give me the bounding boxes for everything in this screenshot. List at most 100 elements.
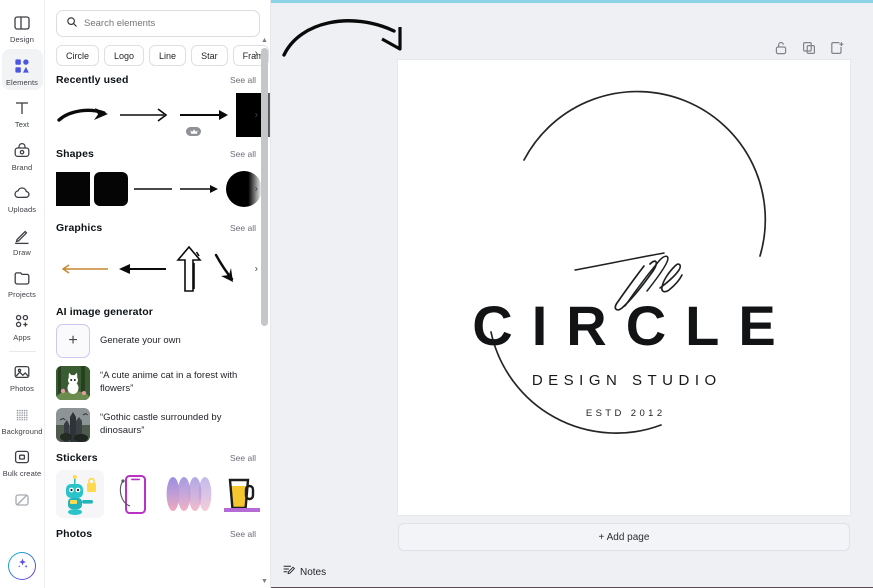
see-all-graphics[interactable]: See all [230, 223, 256, 233]
sidebar-item-bulk-create[interactable]: Bulk create [2, 440, 43, 482]
black-arrow-left[interactable] [116, 254, 168, 284]
sidebar-label-bulk-create: Bulk create [2, 469, 42, 478]
phone-sticker[interactable] [110, 470, 158, 518]
notes-button[interactable]: Notes [282, 563, 326, 581]
chip-label: Line [159, 50, 177, 61]
chip-star[interactable]: Star [191, 45, 228, 66]
sidebar-item-magic-edit[interactable] [2, 483, 43, 514]
lock-icon[interactable] [773, 40, 789, 56]
page-tools [773, 40, 845, 56]
search-icon [66, 15, 78, 33]
notes-label: Notes [300, 566, 327, 578]
thin-arrow-right[interactable] [116, 98, 172, 132]
see-all-photos[interactable]: See all [230, 529, 256, 539]
sidebar-label-uploads: Uploads [7, 205, 37, 214]
see-all-stickers[interactable]: See all [230, 453, 256, 463]
notes-icon [282, 563, 296, 581]
rail-divider [8, 351, 36, 352]
editor-area: CIRCLE DESIGN STUDIO ESTD 2012 + Add pag… [271, 0, 873, 588]
design-icon [12, 13, 32, 33]
section-header-recently-used: Recently used See all [45, 74, 270, 86]
arrow-shape[interactable] [178, 174, 222, 204]
ai-generate-label: Generate your own [100, 334, 181, 346]
chip-line[interactable]: Line [149, 45, 187, 66]
projects-icon [12, 268, 32, 288]
background-icon [12, 405, 32, 425]
doodle-up-arrow[interactable] [172, 243, 206, 295]
search-input[interactable] [84, 18, 250, 29]
uploads-icon [12, 183, 32, 203]
design-page[interactable]: CIRCLE DESIGN STUDIO ESTD 2012 [398, 60, 850, 515]
photos-icon [12, 362, 32, 382]
elements-icon [12, 56, 32, 76]
logo-subtitle: DESIGN STUDIO [531, 372, 722, 389]
sidebar-item-text[interactable]: Text [2, 91, 43, 133]
ai-prompt-row-cat[interactable]: “A cute anime cat in a forest with flowe… [45, 366, 270, 400]
scroll-right-graphics[interactable]: › [255, 264, 258, 275]
sidebar-item-draw[interactable]: Draw [2, 219, 43, 261]
scroll-right-recently-used[interactable]: › [255, 110, 258, 121]
filter-chips: Circle Logo Line Star Frame [45, 37, 270, 66]
curved-bold-arrow[interactable] [56, 98, 112, 132]
apps-icon [12, 311, 32, 331]
rounded-square-shape[interactable] [94, 172, 128, 206]
sidebar-label-elements: Elements [5, 77, 39, 87]
chip-logo[interactable]: Logo [104, 45, 145, 66]
sidebar-item-projects[interactable]: Projects [2, 261, 43, 303]
chevron-right-icon[interactable]: › [255, 49, 258, 59]
section-header-ai: AI image generator [45, 306, 270, 318]
plus-icon[interactable]: + [56, 324, 90, 358]
bulk-create-icon [12, 447, 32, 467]
magic-studio-button[interactable] [8, 552, 36, 580]
section-header-shapes: Shapes See all [45, 148, 270, 160]
section-header-stickers: Stickers See all [45, 452, 270, 464]
draw-icon [12, 226, 32, 246]
search-box[interactable] [56, 10, 260, 37]
crown-icon [186, 127, 201, 136]
section-title: Stickers [56, 452, 98, 464]
elements-panel: Circle Logo Line Star Frame › Recently u… [45, 0, 271, 588]
left-nav-rail: Design Elements Text Brand Uploads Draw … [0, 0, 45, 588]
add-page-icon[interactable] [829, 40, 845, 56]
ai-prompt-text: “A cute anime cat in a forest with flowe… [100, 370, 238, 394]
see-all-recently-used[interactable]: See all [230, 75, 256, 85]
gradient-ellipses-sticker[interactable] [164, 470, 212, 518]
sidebar-label-photos: Photos [10, 384, 34, 393]
sketch-down-arrow[interactable] [210, 249, 240, 289]
sidebar-item-uploads[interactable]: Uploads [2, 176, 43, 218]
sidebar-label-brand: Brand [11, 162, 33, 172]
stickers-row [45, 470, 270, 518]
shapes-row: › [45, 166, 270, 212]
sidebar-item-photos[interactable]: Photos [2, 355, 43, 397]
panel-scrollbar[interactable] [261, 36, 268, 576]
see-all-shapes[interactable]: See all [230, 149, 256, 159]
line-shape[interactable] [132, 174, 174, 204]
sidebar-item-elements[interactable]: Elements [1, 48, 43, 90]
recently-used-row: › [45, 92, 270, 138]
sidebar-item-background[interactable]: Background [1, 398, 43, 440]
panel-scrollbar-thumb[interactable] [261, 48, 268, 326]
section-title: Recently used [56, 74, 129, 86]
sidebar-item-brand[interactable]: Brand [2, 134, 43, 176]
ai-prompt-row-castle[interactable]: “Gothic castle surrounded by dinosaurs” [45, 408, 270, 442]
duplicate-page-icon[interactable] [801, 40, 817, 56]
beer-glass-sticker[interactable] [218, 470, 266, 518]
scroll-down-icon[interactable]: ▼ [261, 578, 268, 585]
section-header-graphics: Graphics See all [45, 222, 270, 234]
panel-scroll-area: Recently used See all › Shapes See all ›… [45, 74, 270, 588]
brand-icon [12, 141, 32, 161]
orange-thin-arrow-left[interactable] [56, 254, 112, 284]
thin-arrow-right-2[interactable] [176, 98, 232, 132]
sidebar-item-apps[interactable]: Apps [2, 304, 43, 346]
square-shape[interactable] [56, 172, 90, 206]
chip-circle[interactable]: Circle [56, 45, 100, 66]
section-title: AI image generator [56, 306, 153, 318]
graphics-row: › [45, 240, 270, 298]
curved-arrow-annotation [280, 5, 415, 66]
scroll-right-shapes[interactable]: › [255, 184, 258, 195]
ai-generate-row[interactable]: + Generate your own [45, 324, 270, 358]
add-page-button[interactable]: + Add page [398, 523, 850, 551]
robot-lock-sticker[interactable] [56, 470, 104, 518]
sidebar-item-design[interactable]: Design [2, 6, 43, 48]
ai-prompt-text: “Gothic castle surrounded by dinosaurs” [100, 412, 222, 436]
